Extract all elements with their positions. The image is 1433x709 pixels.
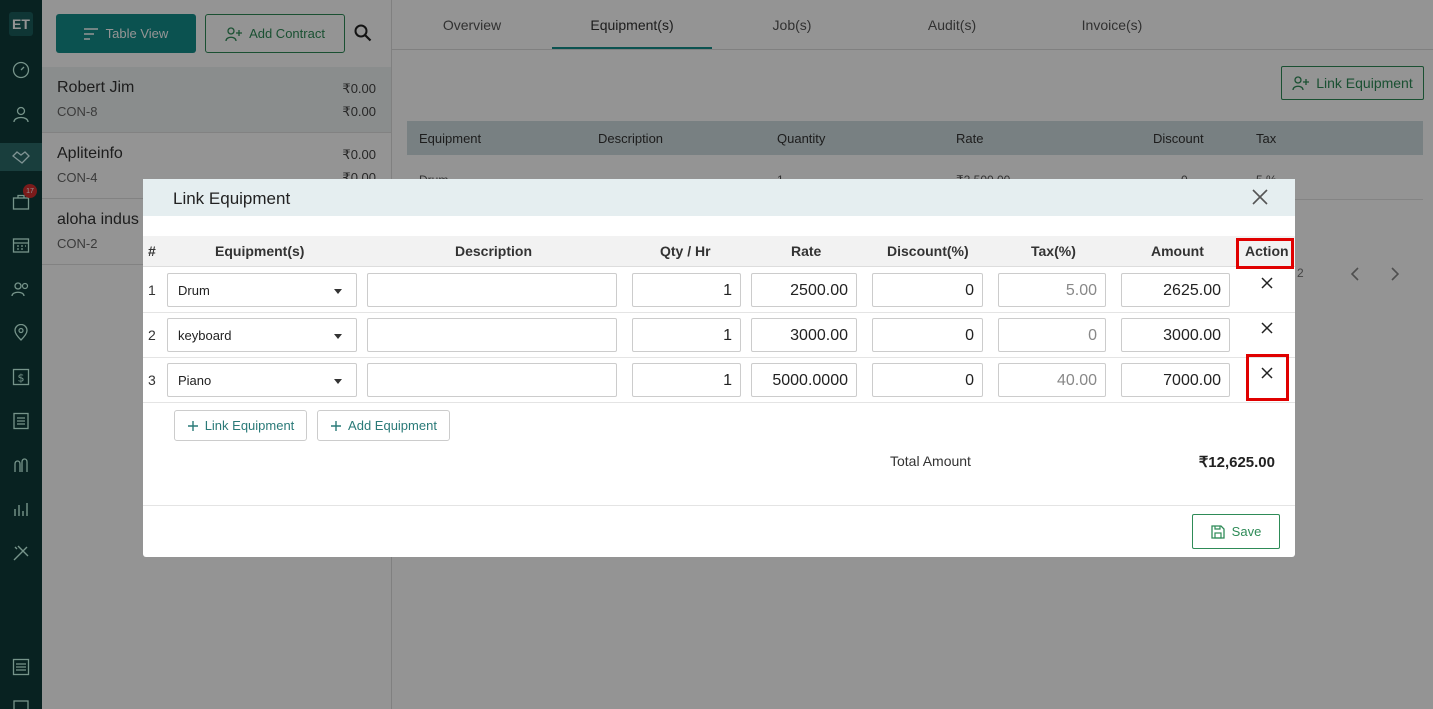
- column-header: Amount: [1151, 243, 1204, 259]
- discount-input[interactable]: 0: [872, 273, 983, 307]
- description-input[interactable]: [367, 318, 617, 352]
- total-amount-value: ₹12,625.00: [1198, 454, 1275, 471]
- add-equipment-button[interactable]: Add Equipment: [317, 410, 450, 441]
- quantity-input[interactable]: 1: [632, 318, 741, 352]
- tax-input[interactable]: 5.00: [998, 273, 1106, 307]
- column-header: Rate: [791, 243, 822, 259]
- equipment-select-value: keyboard: [178, 328, 232, 343]
- tax-input[interactable]: 40.00: [998, 363, 1106, 397]
- description-input[interactable]: [367, 363, 617, 397]
- rate-input[interactable]: 2500.00: [751, 273, 857, 307]
- column-header: Qty / Hr: [660, 243, 711, 259]
- modal-footer-divider: [143, 505, 1295, 506]
- equipment-select[interactable]: keyboard: [167, 318, 357, 352]
- remove-row-icon[interactable]: [1259, 275, 1275, 296]
- column-header: Discount(%): [887, 243, 969, 259]
- table-row: 3 Piano 1 5000.0000 0 40.00 7000.00: [143, 358, 1295, 403]
- tax-input[interactable]: 0: [998, 318, 1106, 352]
- table-row: 1 Drum 1 2500.00 0 5.00 2625.00: [143, 268, 1295, 313]
- caret-down-icon: [334, 289, 342, 294]
- save-label: Save: [1231, 524, 1262, 539]
- equipment-select[interactable]: Drum: [167, 273, 357, 307]
- description-input[interactable]: [367, 273, 617, 307]
- add-equipment-label: Add Equipment: [348, 418, 437, 433]
- row-number: 3: [148, 372, 156, 388]
- quantity-input[interactable]: 1: [632, 273, 741, 307]
- link-equipment-row-label: Link Equipment: [204, 418, 295, 433]
- quantity-input[interactable]: 1: [632, 363, 741, 397]
- column-header: #: [148, 243, 156, 259]
- modal-header: Link Equipment: [143, 179, 1295, 216]
- total-amount-label: Total Amount: [890, 453, 971, 469]
- save-button[interactable]: Save: [1192, 514, 1280, 549]
- column-header: Description: [455, 243, 533, 259]
- caret-down-icon: [334, 334, 342, 339]
- row-number: 1: [148, 282, 156, 298]
- highlight-box: [1236, 238, 1294, 269]
- caret-down-icon: [334, 379, 342, 384]
- remove-row-icon[interactable]: [1259, 320, 1275, 341]
- discount-input[interactable]: 0: [872, 318, 983, 352]
- highlight-box: [1246, 354, 1289, 401]
- modal-table-header: # Equipment(s) Description Qty / Hr Rate…: [143, 236, 1295, 267]
- row-number: 2: [148, 327, 156, 343]
- column-header: Equipment(s): [215, 243, 305, 259]
- amount-input[interactable]: 3000.00: [1121, 318, 1230, 352]
- save-icon: [1211, 524, 1225, 539]
- plus-icon: [331, 420, 342, 431]
- close-icon[interactable]: [1251, 188, 1269, 211]
- column-header: Tax(%): [1031, 243, 1076, 259]
- link-equipment-row-button[interactable]: Link Equipment: [174, 410, 307, 441]
- amount-input[interactable]: 7000.00: [1121, 363, 1230, 397]
- link-equipment-modal: Link Equipment # Equipment(s) Descriptio…: [143, 179, 1295, 557]
- amount-input[interactable]: 2625.00: [1121, 273, 1230, 307]
- equipment-select-value: Drum: [178, 283, 210, 298]
- table-row: 2 keyboard 1 3000.00 0 0 3000.00: [143, 313, 1295, 358]
- equipment-select[interactable]: Piano: [167, 363, 357, 397]
- equipment-select-value: Piano: [178, 373, 212, 388]
- plus-icon: [187, 420, 198, 431]
- rate-input[interactable]: 5000.0000: [751, 363, 857, 397]
- rate-input[interactable]: 3000.00: [751, 318, 857, 352]
- discount-input[interactable]: 0: [872, 363, 983, 397]
- modal-title: Link Equipment: [173, 189, 291, 208]
